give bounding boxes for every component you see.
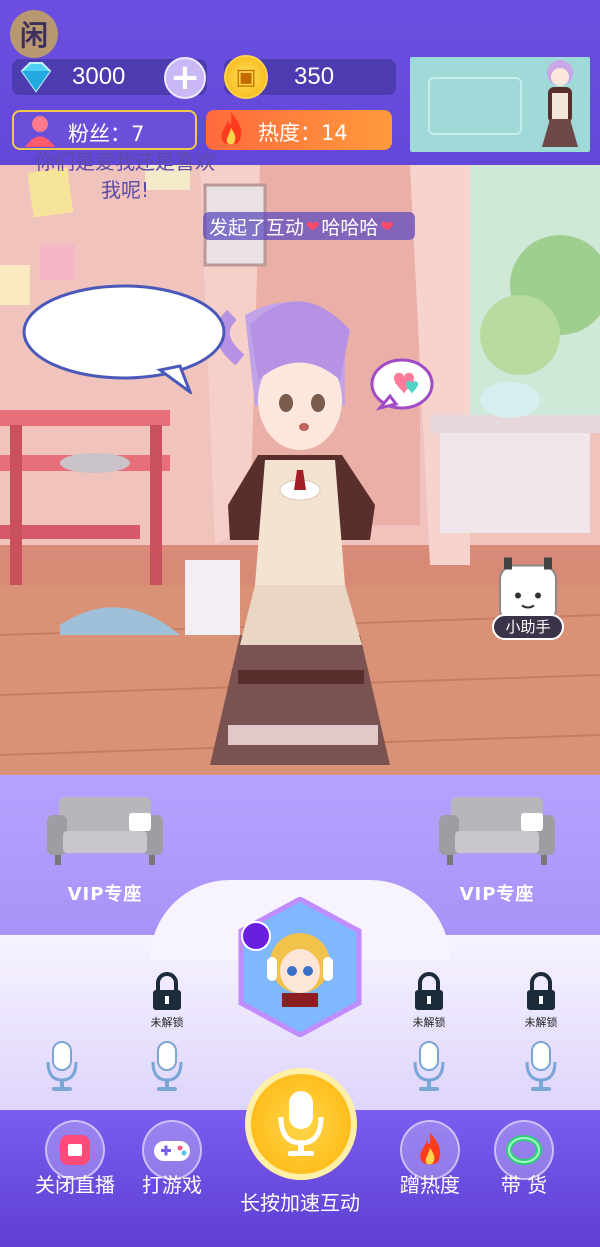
marquee-text-1: 发起了互动	[209, 216, 305, 239]
locked-seat-label: 未解锁	[524, 1016, 558, 1029]
heart-icon: ❤	[380, 216, 394, 236]
host-status-dot	[241, 921, 271, 951]
live-preview-window[interactable]	[410, 57, 590, 152]
vip-seat-label-left: VIP专座	[67, 884, 143, 905]
microphone-icon[interactable]	[411, 1040, 447, 1092]
gift-coin-icon: ▣	[224, 55, 268, 99]
app-logo[interactable]: 闲	[10, 10, 58, 58]
close-live-icon	[60, 1135, 90, 1165]
hold-boost-label[interactable]: 长按加速互动	[220, 1187, 380, 1216]
preview-character-figure	[542, 60, 578, 147]
close-live-label[interactable]: 关闭直播	[20, 1169, 130, 1198]
sofa-icon[interactable]	[45, 795, 165, 865]
interaction-marquee: 发起了互动 ❤ 哈哈哈 ❤	[203, 212, 415, 240]
host-avatar[interactable]	[237, 897, 363, 1037]
microphone-icon[interactable]	[44, 1040, 80, 1092]
diamond-count: 3000	[72, 63, 126, 90]
user-icon	[25, 116, 55, 147]
heat-counter: 热度：14	[206, 110, 392, 150]
marquee-text-2: 哈哈哈	[321, 216, 379, 239]
play-game-label[interactable]: 打游戏	[117, 1169, 227, 1198]
flame-icon	[420, 1132, 441, 1165]
vip-seat-label-right: VIP专座	[459, 884, 535, 905]
locked-seat-label: 未解锁	[412, 1016, 446, 1029]
lock-icon	[527, 972, 555, 1010]
speech-bubble-shape	[22, 284, 226, 394]
heat-label: 热度：14	[258, 121, 348, 145]
locked-seat-label: 未解锁	[150, 1016, 184, 1029]
sofa-icon[interactable]	[437, 795, 557, 865]
assistant-label[interactable]: 小助手	[492, 614, 564, 640]
heart-icon: ❤	[306, 216, 320, 236]
room-background	[0, 165, 600, 775]
flame-icon	[221, 112, 242, 145]
live-stage	[0, 165, 600, 775]
sell-goods-label[interactable]: 带 货	[469, 1169, 579, 1198]
lock-icon	[415, 972, 443, 1010]
fans-counter: 粉丝：7	[12, 110, 197, 150]
recharge-plus-button[interactable]: +	[164, 57, 206, 99]
lock-icon	[153, 972, 181, 1010]
coin-count: 350	[294, 63, 335, 90]
gamepad-icon	[154, 1141, 190, 1161]
coin-balance: ▣ 350	[224, 55, 396, 99]
speech-bubble-text: 你们是爱我还是喜欢我呢!	[35, 150, 215, 202]
microphone-icon[interactable]	[523, 1040, 559, 1092]
fans-label: 粉丝：7	[68, 122, 145, 146]
preview-frame	[428, 77, 522, 135]
bracelet-icon	[506, 1135, 542, 1165]
microphone-icon[interactable]	[149, 1040, 185, 1092]
diamond-icon	[20, 62, 52, 93]
heart-bubble-icon	[370, 358, 434, 411]
hold-boost-button[interactable]	[245, 1068, 357, 1180]
microphone-icon	[278, 1091, 324, 1156]
